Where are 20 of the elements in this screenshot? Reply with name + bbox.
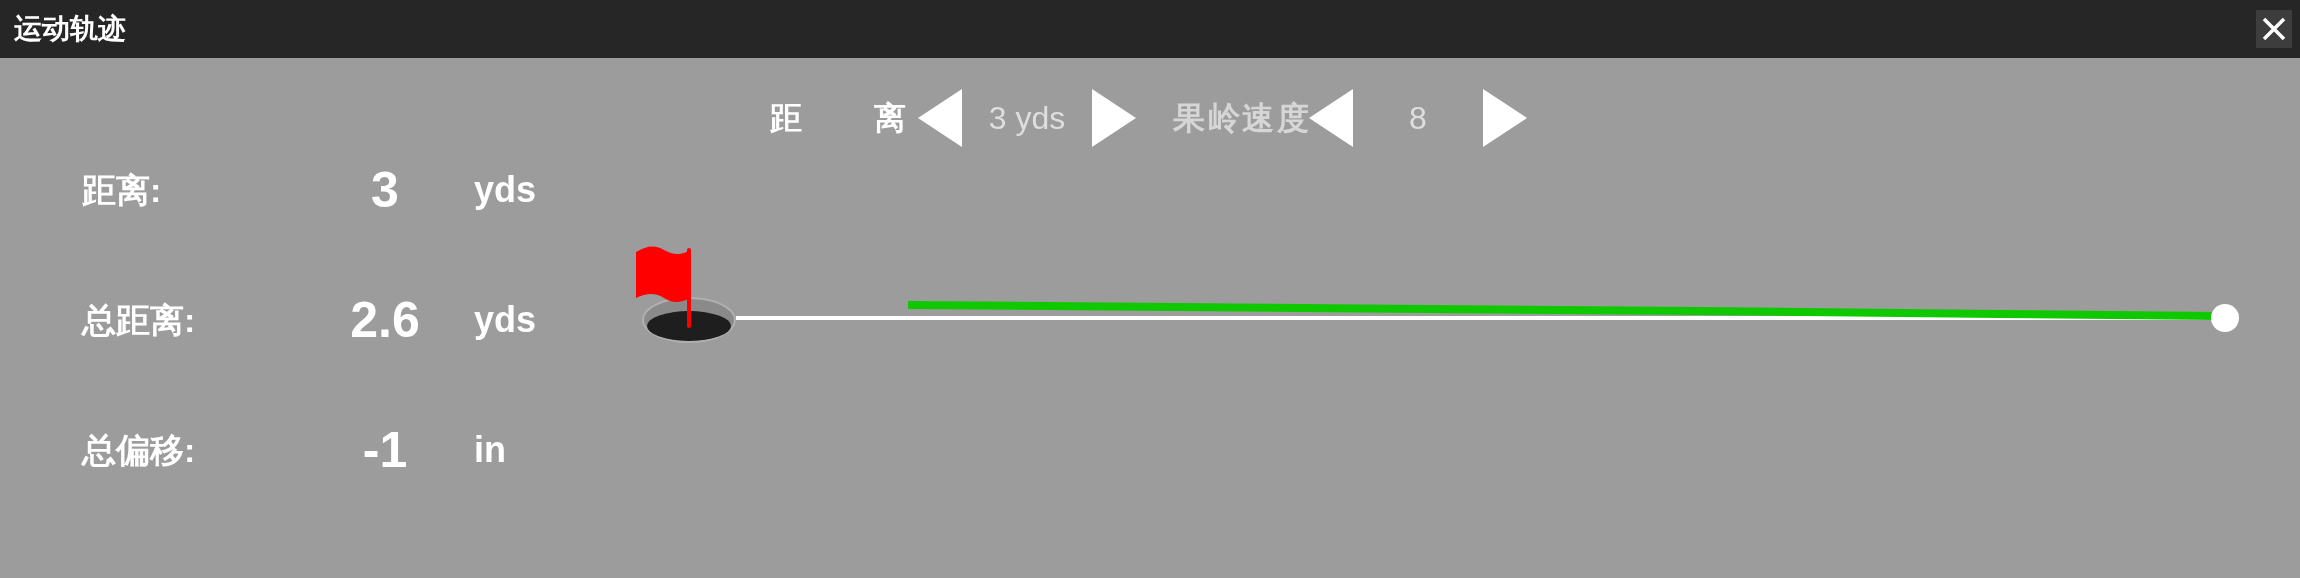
- increase-button[interactable]: [1092, 89, 1136, 147]
- stat-unit: in: [473, 428, 506, 472]
- stat-label: 总偏移:: [82, 429, 197, 471]
- stat-value: -1: [361, 420, 409, 480]
- setting-label: 果岭速度: [1173, 99, 1309, 138]
- setting-label: 距离: [770, 99, 906, 138]
- decrease-button[interactable]: [1309, 89, 1353, 147]
- window-title: 运动轨迹: [14, 12, 126, 46]
- setting-value: 8: [1408, 99, 1428, 138]
- decrease-button[interactable]: [918, 89, 962, 147]
- stat-value: 3: [370, 160, 400, 220]
- stat-unit: yds: [473, 168, 537, 212]
- stat-label: 总距离:: [82, 299, 197, 341]
- increase-button[interactable]: [1483, 89, 1527, 147]
- stat-label: 距离:: [82, 169, 163, 211]
- setting-value: 3 yds: [987, 99, 1067, 138]
- ball-icon: [2211, 304, 2239, 332]
- stat-unit: yds: [473, 298, 537, 342]
- close-button[interactable]: [2256, 10, 2292, 48]
- stat-value: 2.6: [349, 290, 421, 350]
